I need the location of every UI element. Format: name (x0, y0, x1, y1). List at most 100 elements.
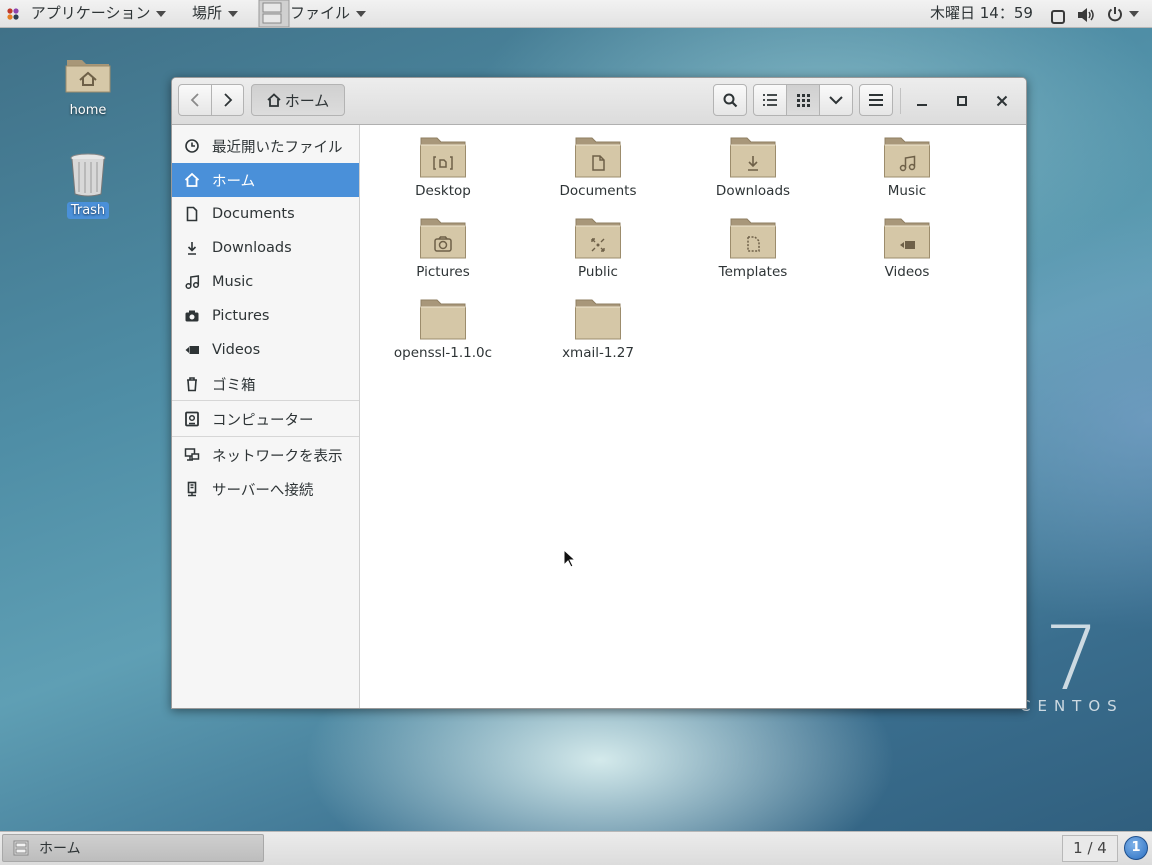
power-menu[interactable] (1107, 0, 1139, 27)
sidebar-item-label: ゴミ箱 (212, 377, 256, 394)
header-separator (900, 88, 901, 114)
desktop-icon-label: home (69, 103, 107, 118)
sidebar-item-label: Pictures (212, 308, 270, 324)
dropdown-arrow-icon (228, 10, 239, 17)
header-bar: ホーム (172, 78, 1026, 125)
sidebar: 最近開いたファイルホーム Documents Downloads Music Pictu… (172, 125, 360, 708)
sidebar-item-label: Downloads (212, 240, 292, 256)
applications-menu[interactable]: アプリケーション (6, 0, 167, 27)
search-icon (723, 93, 737, 107)
sidebar-item-label: ネットワークを表示 (212, 448, 343, 465)
file-item[interactable]: Music (847, 135, 967, 199)
sidebar-item-9[interactable]: コンピューター (172, 402, 359, 436)
grid-view-button[interactable] (786, 84, 820, 116)
places-label: 場所 (192, 4, 223, 22)
back-button[interactable] (178, 84, 212, 116)
clock-icon (172, 138, 212, 154)
sidebar-item-label: Music (212, 274, 254, 290)
network-icon (172, 447, 212, 463)
sidebar-item-5[interactable]: Music (172, 265, 359, 299)
view-options-button[interactable] (819, 84, 853, 116)
file-name: Downloads (715, 183, 791, 199)
chevron-left-icon (190, 93, 199, 107)
list-view-icon (763, 94, 777, 106)
workspace-switcher[interactable]: 1 / 4 (1062, 835, 1118, 862)
sidebar-item-6[interactable]: Pictures (172, 299, 359, 333)
search-button[interactable] (713, 84, 747, 116)
taskbar-window-button[interactable]: ホーム (2, 834, 264, 862)
folder-icon (420, 299, 466, 340)
taskbar-window-label: ホーム (39, 841, 81, 857)
minimize-icon (917, 104, 927, 106)
file-item[interactable]: Desktop (383, 135, 503, 199)
menu-button[interactable] (859, 84, 893, 116)
file-item[interactable]: Videos (847, 216, 967, 280)
file-name: Videos (884, 264, 930, 280)
grid-view-icon (796, 93, 810, 107)
minimize-button[interactable] (907, 86, 937, 116)
folder-icon (420, 137, 466, 178)
sidebar-item-10[interactable]: ネットワークを表示 (172, 438, 359, 472)
maximize-button[interactable] (947, 86, 977, 116)
file-item[interactable]: xmail-1.27 (538, 297, 658, 361)
file-name: Pictures (416, 264, 470, 280)
file-name: Music (887, 183, 927, 199)
folder-icon (884, 137, 930, 178)
music-icon (172, 274, 212, 290)
desktop-icon-trash[interactable]: Trash (53, 150, 123, 219)
window-icon[interactable] (1051, 6, 1065, 24)
file-item[interactable]: Templates (693, 216, 813, 280)
sidebar-item-2[interactable]: ホーム (172, 163, 359, 197)
file-name: xmail-1.27 (562, 345, 634, 361)
chevron-right-icon (223, 93, 232, 107)
bottom-panel: ホーム 1 / 4 1 (0, 831, 1152, 865)
notification-badge[interactable]: 1 (1124, 836, 1148, 860)
forward-button[interactable] (211, 84, 244, 116)
sidebar-item-7[interactable]: Videos (172, 333, 359, 367)
sidebar-item-3[interactable]: Documents (172, 197, 359, 231)
camera-icon (172, 308, 212, 324)
volume-icon[interactable] (1077, 5, 1095, 22)
gnome-foot-icon (7, 7, 19, 20)
file-view: Desktop Documents Downloads Music Pictures Pu… (360, 125, 1026, 708)
file-item[interactable]: Pictures (383, 216, 503, 280)
close-button[interactable] (987, 86, 1017, 116)
sidebar-separator (172, 400, 359, 401)
file-item[interactable]: openssl-1.1.0c (383, 297, 503, 361)
sidebar-item-11[interactable]: サーバーへ接続 (172, 472, 359, 506)
chevron-down-icon (829, 96, 843, 105)
file-name: Public (578, 264, 618, 280)
sidebar-item-4[interactable]: Downloads (172, 231, 359, 265)
trash-icon (70, 153, 106, 197)
file-name: Desktop (415, 183, 471, 199)
folder-icon (884, 218, 930, 259)
folder-icon (420, 218, 466, 259)
file-name: Documents (559, 183, 637, 199)
top-panel: アプリケーション 場所 ファイル 木曜日 14：59 (0, 0, 1152, 28)
file-item[interactable]: Public (538, 216, 658, 280)
file-item[interactable]: Documents (538, 135, 658, 199)
app-menu-label: ファイル (290, 4, 351, 22)
sidebar-item-8[interactable]: ゴミ箱 (172, 367, 359, 401)
folder-icon (730, 218, 776, 259)
maximize-icon (957, 96, 967, 106)
app-menu[interactable]: ファイル (258, 0, 367, 28)
desktop-icon-home[interactable]: home (53, 50, 123, 119)
desktop-background: 7 CENTOS home Trash アプリケーション 場所 ファイル 木曜日… (0, 0, 1152, 865)
branding-number: 7 (1043, 607, 1100, 710)
sidebar-item-label: ホーム (212, 173, 256, 190)
close-icon (996, 95, 1008, 107)
folder-icon (575, 299, 621, 340)
dropdown-arrow-icon (356, 10, 367, 17)
list-view-button[interactable] (753, 84, 787, 116)
file-item[interactable]: Downloads (693, 135, 813, 199)
file-name: Templates (718, 264, 788, 280)
places-menu[interactable]: 場所 (192, 0, 239, 27)
folder-icon (575, 218, 621, 259)
power-icon (1108, 6, 1122, 21)
sidebar-item-1[interactable]: 最近開いたファイル (172, 129, 359, 163)
path-bar-label: ホーム (284, 91, 330, 110)
clock[interactable]: 木曜日 14：59 (930, 0, 1033, 27)
path-bar-home-button[interactable]: ホーム (251, 84, 345, 116)
folder-icon (575, 137, 621, 178)
